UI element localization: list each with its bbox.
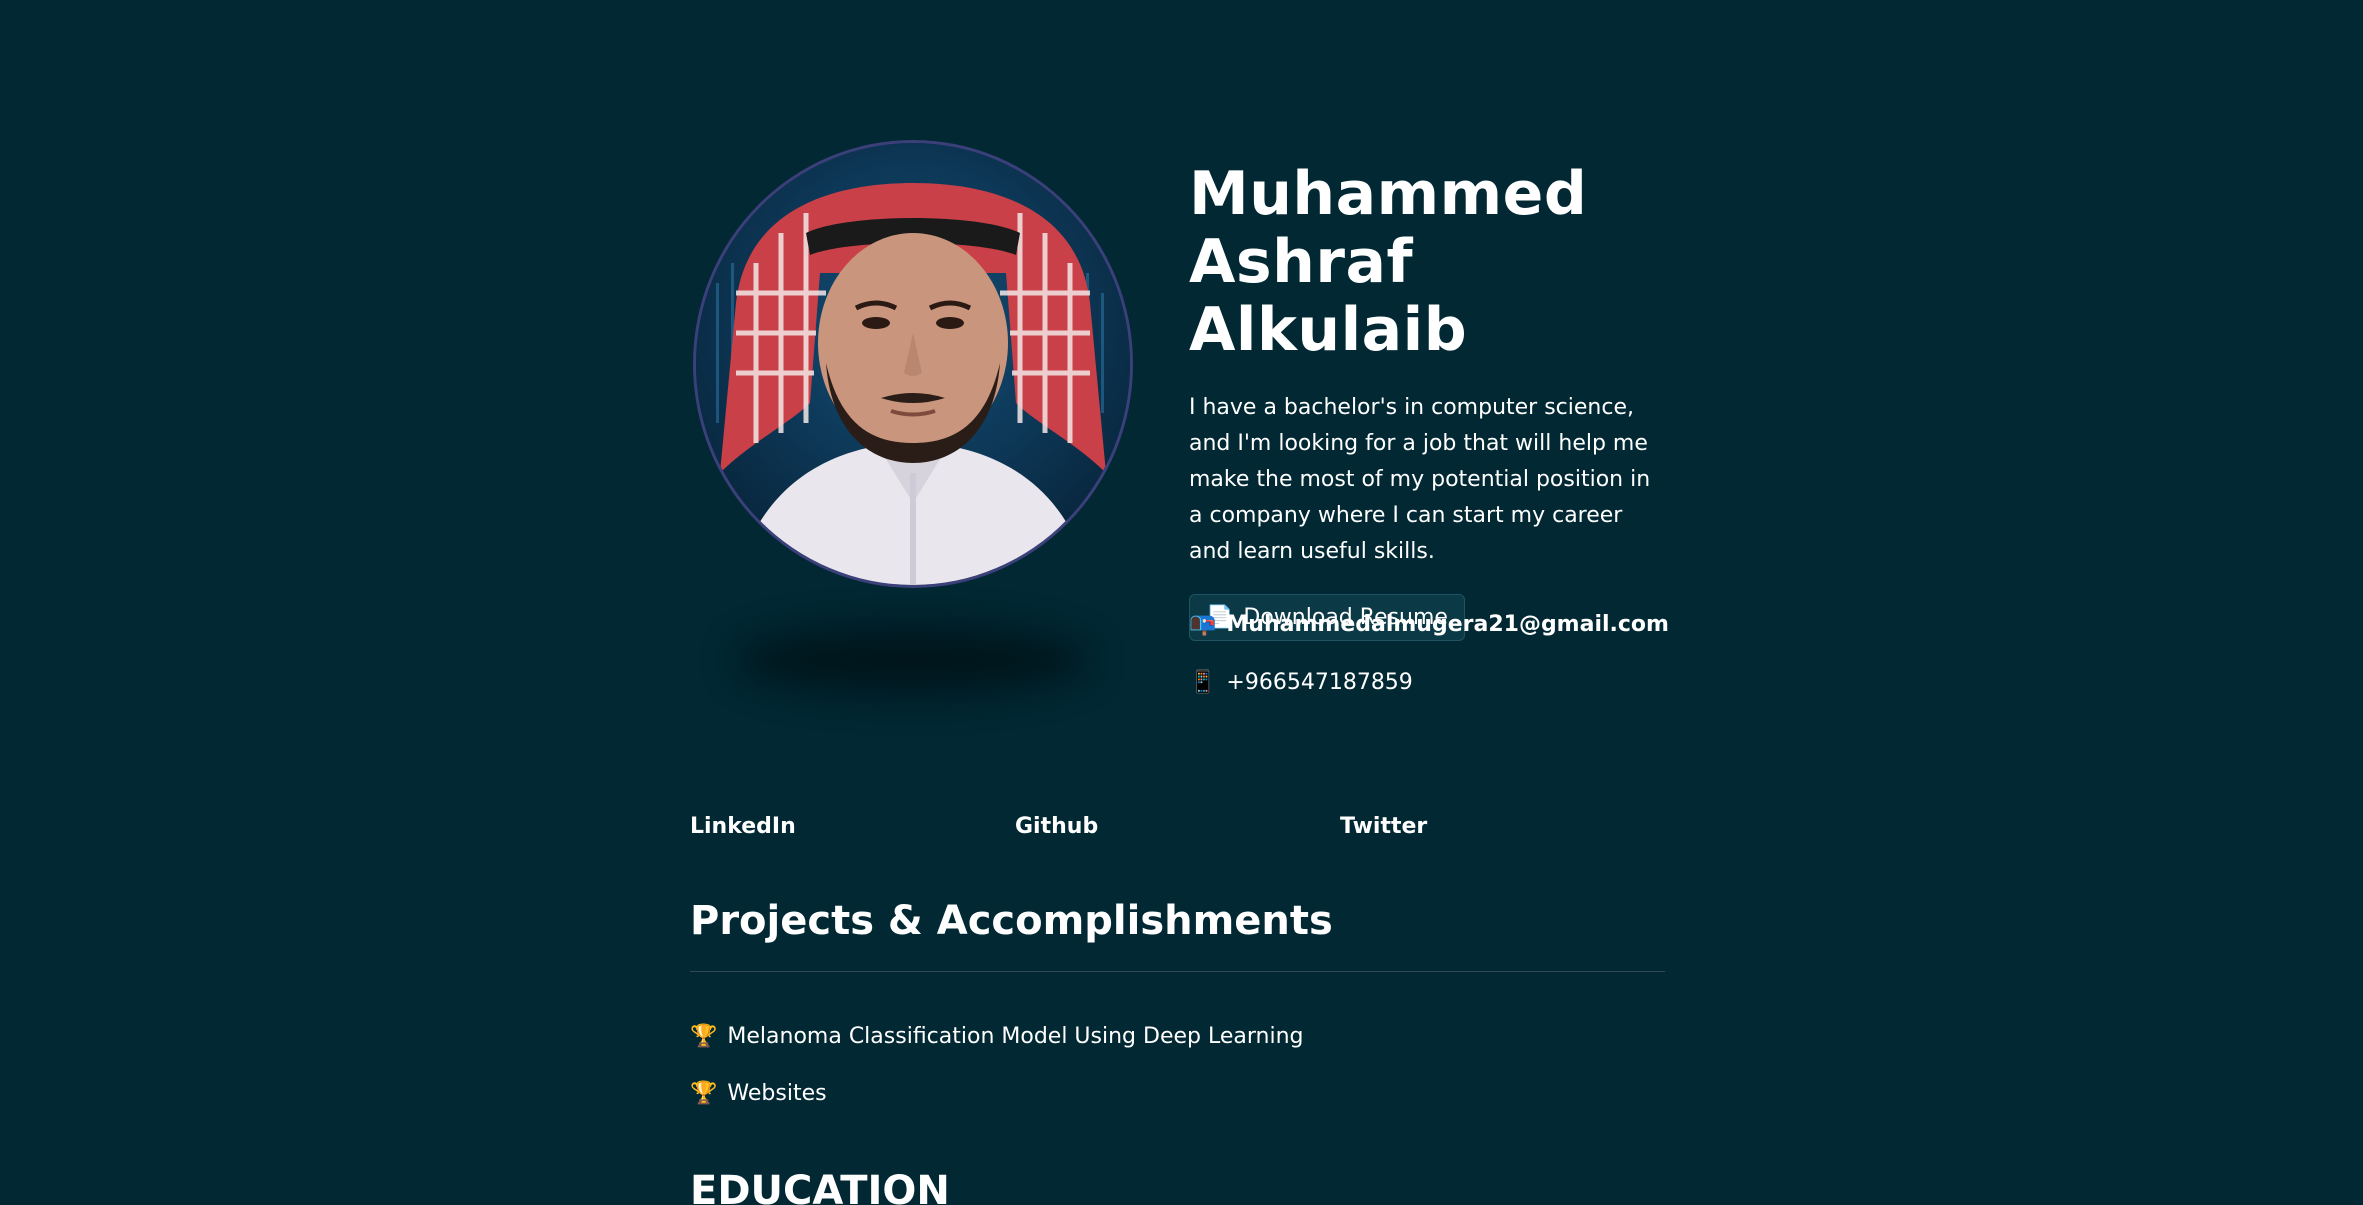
avatar-container xyxy=(693,140,1133,588)
twitter-link[interactable]: Twitter xyxy=(1340,814,1665,839)
phone-contact[interactable]: 📱 +966547187859 xyxy=(1189,670,1413,695)
github-link[interactable]: Github xyxy=(1015,814,1340,839)
social-links: LinkedIn Github Twitter xyxy=(690,814,1665,839)
linkedin-link[interactable]: LinkedIn xyxy=(690,814,1015,839)
phone-number[interactable]: +966547187859 xyxy=(1226,670,1412,695)
profile-photo xyxy=(696,143,1130,585)
project-label: Websites xyxy=(727,1081,827,1106)
mobile-phone-icon: 📱 xyxy=(1189,670,1217,695)
name-line-2: Ashraf Alkulaib xyxy=(1189,227,1468,365)
project-label: Melanoma Classification Model Using Deep… xyxy=(727,1024,1304,1049)
profile-name: Muhammed Ashraf Alkulaib xyxy=(1189,160,1679,364)
avatar xyxy=(693,140,1133,588)
projects-heading: Projects & Accomplishments xyxy=(690,898,1333,944)
bio-text: I have a bachelor's in computer science,… xyxy=(1189,395,1651,564)
hero-text: Muhammed Ashraf Alkulaib I have a bachel… xyxy=(1189,160,1679,641)
trophy-icon: 🏆 xyxy=(690,1081,718,1106)
trophy-icon: 🏆 xyxy=(690,1024,718,1049)
name-line-1: Muhammed xyxy=(1189,159,1588,229)
project-item: 🏆 Melanoma Classification Model Using De… xyxy=(690,1024,1304,1049)
portfolio-page: Muhammed Ashraf Alkulaib I have a bachel… xyxy=(0,0,2363,1205)
section-divider xyxy=(690,971,1665,972)
email-contact[interactable]: 📭 Muhammedalmugera21@gmail.com xyxy=(1189,612,1669,637)
mailbox-icon: 📭 xyxy=(1189,612,1217,637)
email-address[interactable]: Muhammedalmugera21@gmail.com xyxy=(1226,612,1669,637)
avatar-shadow xyxy=(735,625,1090,695)
education-heading: EDUCATION xyxy=(690,1168,950,1205)
project-item: 🏆 Websites xyxy=(690,1081,827,1106)
